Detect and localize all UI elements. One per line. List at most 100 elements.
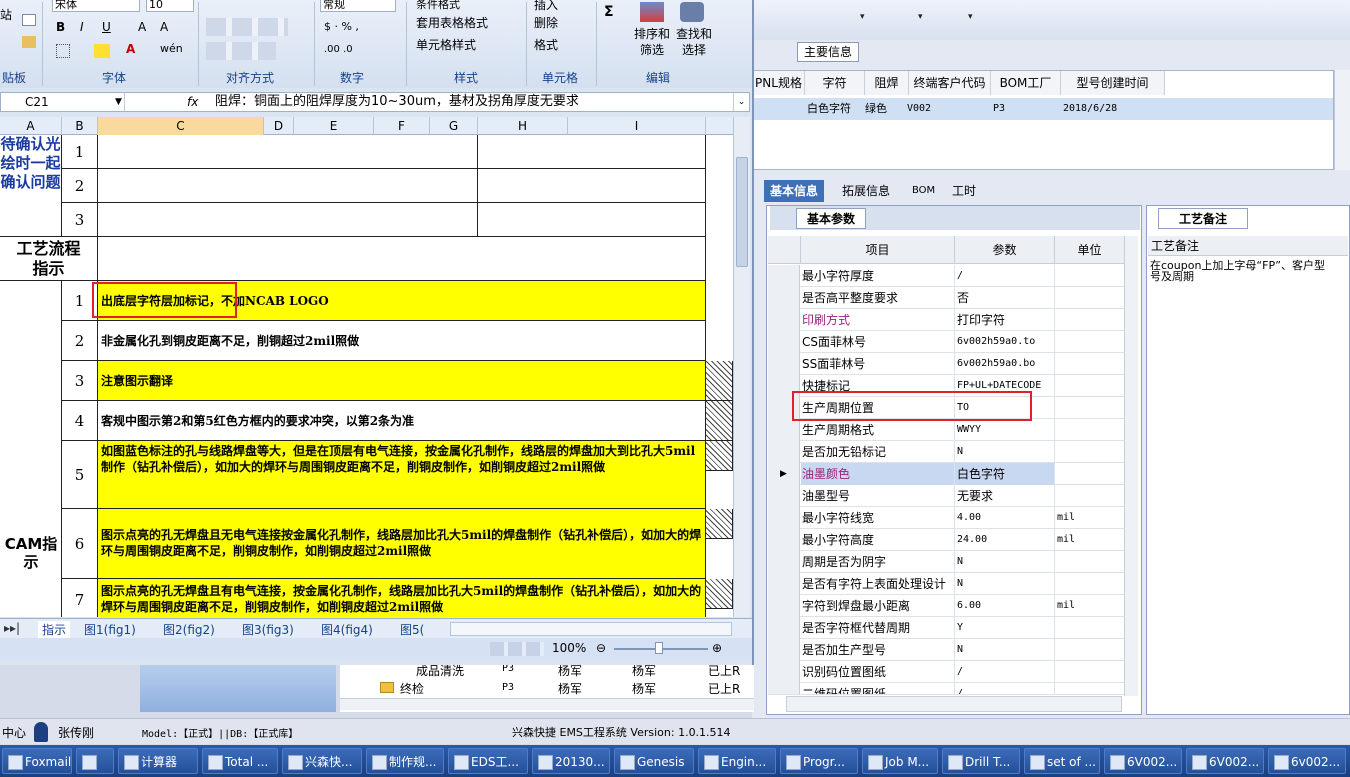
column-header[interactable]: G <box>430 117 478 135</box>
tab-bom[interactable]: BOM <box>906 180 941 202</box>
column-header[interactable]: I <box>568 117 706 135</box>
table-row[interactable]: 是否加生产型号 N <box>768 639 1124 661</box>
function-icon[interactable]: fx <box>187 93 198 111</box>
column-header[interactable]: 型号创建时间 <box>1061 71 1165 95</box>
horizontal-scrollbar[interactable] <box>340 698 754 710</box>
scrollbar-thumb[interactable] <box>736 157 748 267</box>
table-cell[interactable] <box>478 169 706 203</box>
column-header-unit[interactable]: 单位 <box>1055 236 1124 264</box>
vertical-scrollbar[interactable] <box>1124 236 1138 696</box>
grow-font-button[interactable]: A <box>138 20 146 34</box>
table-row[interactable]: 是否有字符上表面处理设计 N <box>768 573 1124 595</box>
column-header-selected[interactable]: C <box>98 117 264 135</box>
column-header[interactable]: A <box>0 117 62 135</box>
tab-basic-info[interactable]: 基本信息 <box>764 180 825 202</box>
sort-filter-button[interactable]: 排序和 筛选 <box>634 26 670 58</box>
row-number-cell[interactable]: 7 <box>62 579 98 617</box>
tab-main-info[interactable]: 主要信息 <box>797 42 859 62</box>
table-row[interactable]: 印刷方式 打印字符 <box>768 309 1124 331</box>
format-painter-icon[interactable] <box>22 36 36 48</box>
name-box[interactable]: C21 <box>1 93 125 111</box>
sheet-tab[interactable]: 图1(fig1) <box>84 621 136 638</box>
table-format-button[interactable]: 套用表格格式 <box>416 14 488 31</box>
format-button[interactable]: 格式 <box>534 36 558 53</box>
font-color-icon[interactable]: A <box>126 42 135 56</box>
taskbar-item[interactable]: 6V002... <box>1104 748 1182 774</box>
instruction-cell[interactable]: 注意图示翻译 <box>98 361 706 401</box>
instruction-cell[interactable]: 非金属化孔到铜皮距离不足，削铜超过2mil照做 <box>98 321 706 361</box>
column-header[interactable]: D <box>264 117 294 135</box>
view-buttons[interactable] <box>490 642 544 656</box>
table-cell[interactable] <box>98 237 706 281</box>
taskbar-item-genesis[interactable]: Genesis <box>614 748 694 774</box>
column-header[interactable]: F <box>374 117 430 135</box>
table-cell[interactable] <box>478 135 706 169</box>
currency-button[interactable]: $ · % , <box>324 20 359 33</box>
table-row-selected[interactable]: ▶ 油墨颜色 白色字符 <box>768 463 1124 485</box>
shrink-font-button[interactable]: A <box>160 20 168 34</box>
zoom-slider-thumb[interactable] <box>655 642 663 654</box>
expand-formula-button[interactable]: ⌄ <box>733 93 749 111</box>
column-header-value[interactable]: 参数 <box>955 236 1055 264</box>
sum-icon[interactable]: Σ <box>604 4 614 20</box>
taskbar-item-foxmail[interactable]: Foxmail <box>2 748 72 774</box>
instruction-cell[interactable]: 如图蓝色标注的孔与线路焊盘等大，但是在顶层有电气连接，按金属化孔制作，线路层的焊… <box>98 441 706 509</box>
column-header[interactable]: 阻焊 <box>865 71 909 95</box>
taskbar-item[interactable]: Drill T... <box>942 748 1020 774</box>
taskbar-item-calculator[interactable]: 计算器 <box>118 748 198 774</box>
zoom-in-icon[interactable]: ⊕ <box>712 641 722 655</box>
horizontal-scrollbar[interactable] <box>786 696 1122 712</box>
font-name-select[interactable]: 宋体 <box>52 0 140 12</box>
sheet-tab[interactable]: 图2(fig2) <box>163 621 215 638</box>
table-row[interactable]: 最小字符线宽 4.00 mil <box>768 507 1124 529</box>
row-number-cell[interactable]: 4 <box>62 401 98 441</box>
section-label-process[interactable]: 工艺流程指示 <box>0 237 98 281</box>
table-row[interactable]: 字符到焊盘最小距离 6.00 mil <box>768 595 1124 617</box>
taskbar-item[interactable]: 20130... <box>532 748 610 774</box>
table-row[interactable]: 是否加无铅标记 N <box>768 441 1124 463</box>
instruction-cell[interactable]: 图示点亮的孔无焊盘且有电气连接，按金属化孔制作，线路层加比孔大5mil的焊盘制作… <box>98 579 706 617</box>
table-row[interactable]: 二维码位置图纸 / <box>768 683 1124 695</box>
process-note-textarea[interactable]: 在coupon上加上字母“FP”、客户型号及周期 <box>1150 260 1332 282</box>
tab-work-hours[interactable]: 工时 <box>946 180 982 202</box>
table-row[interactable]: 生产周期格式 WWYY <box>768 419 1124 441</box>
decimal-buttons[interactable]: .00 .0 <box>324 44 353 55</box>
cell-style-button[interactable]: 单元格样式 <box>416 36 476 53</box>
tab-basic-params[interactable]: 基本参数 <box>796 208 866 229</box>
bold-button[interactable]: B <box>56 20 65 34</box>
taskbar-item[interactable]: EDS工... <box>448 748 528 774</box>
zoom-out-icon[interactable]: ⊖ <box>596 641 606 655</box>
section-label-pending[interactable]: 待确认光绘时一起确认问题 <box>0 135 62 237</box>
conditional-format-button[interactable]: 条件格式 <box>416 0 460 12</box>
table-cell[interactable] <box>98 169 478 203</box>
fill-color-icon[interactable] <box>94 44 110 58</box>
taskbar-item[interactable]: 兴森快... <box>282 748 362 774</box>
column-header-item[interactable]: 项目 <box>801 236 955 264</box>
tab-extended-info[interactable]: 拓展信息 <box>836 180 896 202</box>
tab-nav-arrows[interactable]: ▸▸| <box>4 621 20 635</box>
row-number-cell[interactable]: 2 <box>62 169 98 203</box>
zoom-level[interactable]: 100% <box>552 641 586 655</box>
taskbar-item[interactable]: Total ... <box>202 748 278 774</box>
delete-button[interactable]: 删除 <box>534 14 558 31</box>
chevron-down-icon[interactable]: ▾ <box>968 12 973 22</box>
table-row[interactable]: SS面菲林号 6v002h59a0.bo <box>768 353 1124 375</box>
instruction-cell[interactable]: 客规中图示第2和第5红色方框内的要求冲突，以第2条为准 <box>98 401 706 441</box>
sheet-tab[interactable]: 图3(fig3) <box>242 621 294 638</box>
table-row[interactable]: 识别码位置图纸 / <box>768 661 1124 683</box>
column-header[interactable]: 字符 <box>805 71 865 95</box>
vertical-scrollbar[interactable] <box>1334 70 1350 170</box>
column-header[interactable]: B <box>62 117 98 135</box>
row-number-cell[interactable]: 6 <box>62 509 98 579</box>
taskbar-item[interactable]: set of ... <box>1024 748 1100 774</box>
taskbar-item[interactable]: Progr... <box>780 748 858 774</box>
column-header[interactable]: H <box>478 117 568 135</box>
table-row[interactable]: 是否字符框代替周期 Y <box>768 617 1124 639</box>
taskbar-item[interactable]: 6v002... <box>1268 748 1346 774</box>
row-number-cell[interactable]: 5 <box>62 441 98 509</box>
find-select-button[interactable]: 查找和 选择 <box>676 26 712 58</box>
indent-buttons[interactable] <box>206 42 276 60</box>
row-number-cell[interactable]: 2 <box>62 321 98 361</box>
row-number-cell[interactable]: 3 <box>62 361 98 401</box>
column-header[interactable]: 终端客户代码 <box>909 71 991 95</box>
